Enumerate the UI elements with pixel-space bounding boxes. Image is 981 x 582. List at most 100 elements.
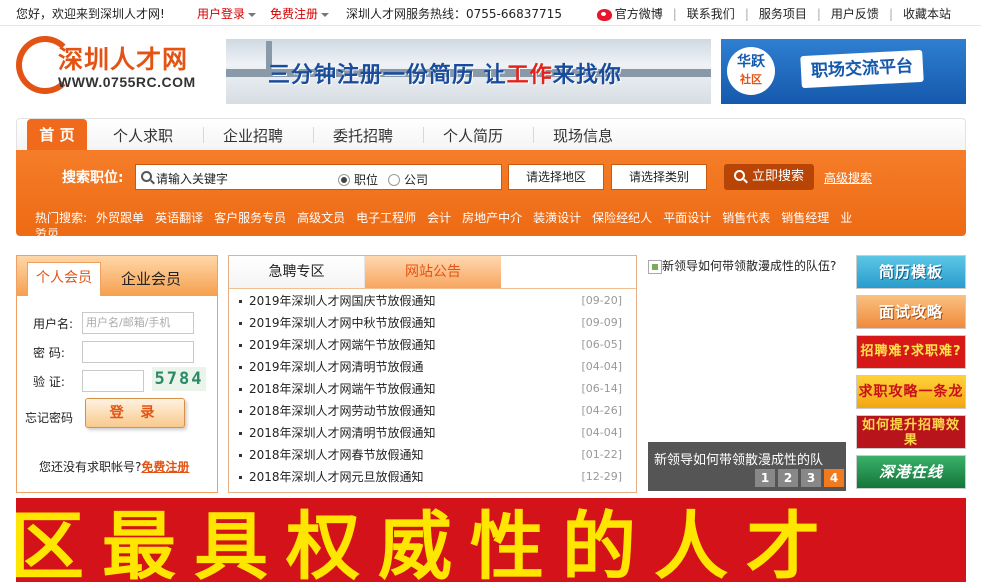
radio-position[interactable]: 职位 [338, 171, 378, 188]
hot-keyword[interactable]: 电子工程师 [356, 211, 416, 225]
tab-personal-member[interactable]: 个人会员 [27, 262, 101, 296]
tab-urgent-jobs[interactable]: 急聘专区 [229, 256, 365, 288]
hot-keyword[interactable]: 客户服务专员 [214, 211, 286, 225]
hot-keyword[interactable]: 英语翻译 [155, 211, 203, 225]
hot-keyword[interactable]: 会计 [427, 211, 451, 225]
community-banner[interactable]: 华跃 社区 职场交流平台 [721, 39, 966, 104]
news-slideshow[interactable]: 新领导如何带领散漫成性的队伍? 新领导如何带领散漫成性的队 1 2 3 4 [648, 255, 846, 491]
radio-unchecked-icon [388, 173, 400, 186]
notice-date: [04-26] [581, 404, 622, 417]
hot-keyword[interactable]: 销售代表 [722, 211, 770, 225]
nav-entrusted-recruit[interactable]: 委托招聘 [333, 125, 393, 146]
notice-date: [06-14] [581, 382, 622, 395]
side-tiles: 简历模板 面试攻略 招聘难?求职难? 求职攻略一条龙 如何提升招聘效果 深港在线 [856, 255, 966, 495]
authority-banner[interactable]: 区最具权威性的人才 [16, 498, 966, 582]
no-account-text: 您还没有求职帐号?免费注册 [39, 460, 190, 474]
list-item[interactable]: 2018年深圳人才网春节放假通知 [01-22] [229, 444, 636, 466]
slide-page-button[interactable]: 3 [801, 469, 821, 487]
tab-company-member[interactable]: 企业会员 [121, 268, 181, 289]
interview-tips-tile[interactable]: 面试攻略 [856, 295, 966, 329]
banner-slogan: 三分钟注册一份简历 让工作来找你 [268, 63, 622, 88]
search-icon [141, 171, 152, 182]
notice-date: [09-09] [581, 316, 622, 329]
hot-keyword[interactable]: 业 [840, 211, 852, 225]
password-input[interactable] [82, 341, 194, 363]
hot-keyword-overflow[interactable]: 务员 [35, 228, 59, 236]
feedback-link[interactable]: 用户反馈 [821, 5, 889, 22]
user-login-label: 用户登录 [197, 7, 246, 21]
keyword-placeholder: 请输入关键字 [156, 172, 229, 186]
notice-date: [04-04] [581, 426, 622, 439]
slide-caption-bar: 新领导如何带领散漫成性的队 1 2 3 4 [648, 442, 846, 491]
contact-link[interactable]: 联系我们 [677, 5, 745, 22]
list-item[interactable]: 2019年深圳人才网中秋节放假通知 [09-09] [229, 312, 636, 334]
area-select[interactable]: 请选择地区 [508, 164, 604, 190]
login-tabs: 个人会员 企业会员 [17, 256, 217, 296]
list-item[interactable]: 2018年深圳人才网端午节放假通知 [06-14] [229, 378, 636, 400]
keyword-input[interactable]: 请输入关键字 职位 公司 [135, 164, 502, 190]
tab-site-notice[interactable]: 网站公告 [365, 256, 501, 288]
notice-date: [04-04] [581, 360, 622, 373]
search-panel: 搜索职位: 请输入关键字 职位 公司 请选择地区 请选择类别 立即搜索 高级搜索… [16, 150, 966, 236]
list-item[interactable]: 2019年深圳人才网清明节放假通 [04-04] [229, 356, 636, 378]
main-nav: 首 页 个人求职 企业招聘 委托招聘 个人简历 现场信息 [16, 118, 966, 151]
user-login-menu[interactable]: 用户登录 [197, 5, 257, 22]
radio-company[interactable]: 公司 [388, 171, 428, 188]
bookmark-link[interactable]: 收藏本站 [893, 5, 961, 22]
register-link[interactable]: 免费注册 [141, 460, 189, 474]
captcha-image[interactable]: 5784 [152, 367, 206, 391]
username-row: 用户名: 用户名/邮箱/手机 [17, 312, 217, 334]
recruit-effect-tile[interactable]: 如何提升招聘效果 [856, 415, 966, 449]
huayue-badge: 华跃 社区 [727, 47, 775, 95]
nav-company-recruit[interactable]: 企业招聘 [223, 125, 283, 146]
search-button[interactable]: 立即搜索 [724, 164, 814, 190]
site-logo[interactable]: 深圳人才网 WWW.0755RC.COM [16, 34, 216, 104]
list-item[interactable]: 2018年深圳人才网元旦放假通知 [12-29] [229, 466, 636, 488]
resume-template-tile[interactable]: 简历模板 [856, 255, 966, 289]
slide-page-button[interactable]: 2 [778, 469, 798, 487]
nav-resume[interactable]: 个人简历 [443, 125, 503, 146]
hot-keyword[interactable]: 平面设计 [663, 211, 711, 225]
weibo-link[interactable]: 官方微博 [587, 5, 673, 22]
radio-checked-icon [338, 173, 350, 186]
hot-keyword[interactable]: 保险经纪人 [592, 211, 652, 225]
broken-image-icon [648, 259, 662, 274]
slide-image-broken[interactable]: 新领导如何带领散漫成性的队伍? [648, 257, 846, 274]
captcha-label: 验 证: [33, 375, 65, 389]
register-resume-banner[interactable]: 三分钟注册一份简历 让工作来找你 [226, 39, 711, 104]
announcement-panel: 急聘专区 网站公告 2019年深圳人才网国庆节放假通知 [09-20] 2019年… [228, 255, 637, 493]
recruit-difficulty-tile[interactable]: 招聘难?求职难? [856, 335, 966, 369]
captcha-input[interactable] [82, 370, 144, 392]
password-row: 密 码: [17, 341, 217, 363]
hot-keyword[interactable]: 房地产中介 [462, 211, 522, 225]
advanced-search-link[interactable]: 高级搜索 [824, 169, 872, 186]
username-input[interactable]: 用户名/邮箱/手机 [82, 312, 194, 334]
nav-job-fair[interactable]: 现场信息 [553, 125, 613, 146]
logo-url: WWW.0755RC.COM [58, 74, 196, 90]
hot-search-label: 热门搜索: [35, 211, 88, 225]
hot-keyword[interactable]: 销售经理 [781, 211, 829, 225]
nav-home[interactable]: 首 页 [27, 119, 87, 151]
list-item[interactable]: 2019年深圳人才网国庆节放假通知 [09-20] [229, 290, 636, 312]
free-register-menu[interactable]: 免费注册 [270, 5, 330, 22]
password-label: 密 码: [33, 346, 65, 360]
list-item[interactable]: 2018年深圳人才网劳动节放假通知 [04-26] [229, 400, 636, 422]
slide-page-button-active[interactable]: 4 [824, 469, 844, 487]
hot-keyword[interactable]: 高级文员 [297, 211, 345, 225]
services-link[interactable]: 服务项目 [749, 5, 817, 22]
nav-job-seeking[interactable]: 个人求职 [113, 125, 173, 146]
slide-page-button[interactable]: 1 [755, 469, 775, 487]
weibo-link-label: 官方微博 [614, 7, 663, 21]
logo-name: 深圳人才网 [58, 45, 189, 74]
category-select[interactable]: 请选择类别 [611, 164, 707, 190]
shenzhen-hk-online-tile[interactable]: 深港在线 [856, 455, 966, 489]
login-button[interactable]: 登 录 [85, 398, 185, 428]
divider [423, 127, 424, 143]
job-hunting-guide-tile[interactable]: 求职攻略一条龙 [856, 375, 966, 409]
list-item[interactable]: 2019年深圳人才网端午节放假通知 [06-05] [229, 334, 636, 356]
hot-keyword[interactable]: 外贸跟单 [96, 211, 144, 225]
forgot-password-link[interactable]: 忘记密码 [25, 409, 73, 426]
slide-caption[interactable]: 新领导如何带领散漫成性的队 [654, 449, 842, 468]
hot-keyword[interactable]: 装潢设计 [533, 211, 581, 225]
list-item[interactable]: 2018年深圳人才网清明节放假通知 [04-04] [229, 422, 636, 444]
